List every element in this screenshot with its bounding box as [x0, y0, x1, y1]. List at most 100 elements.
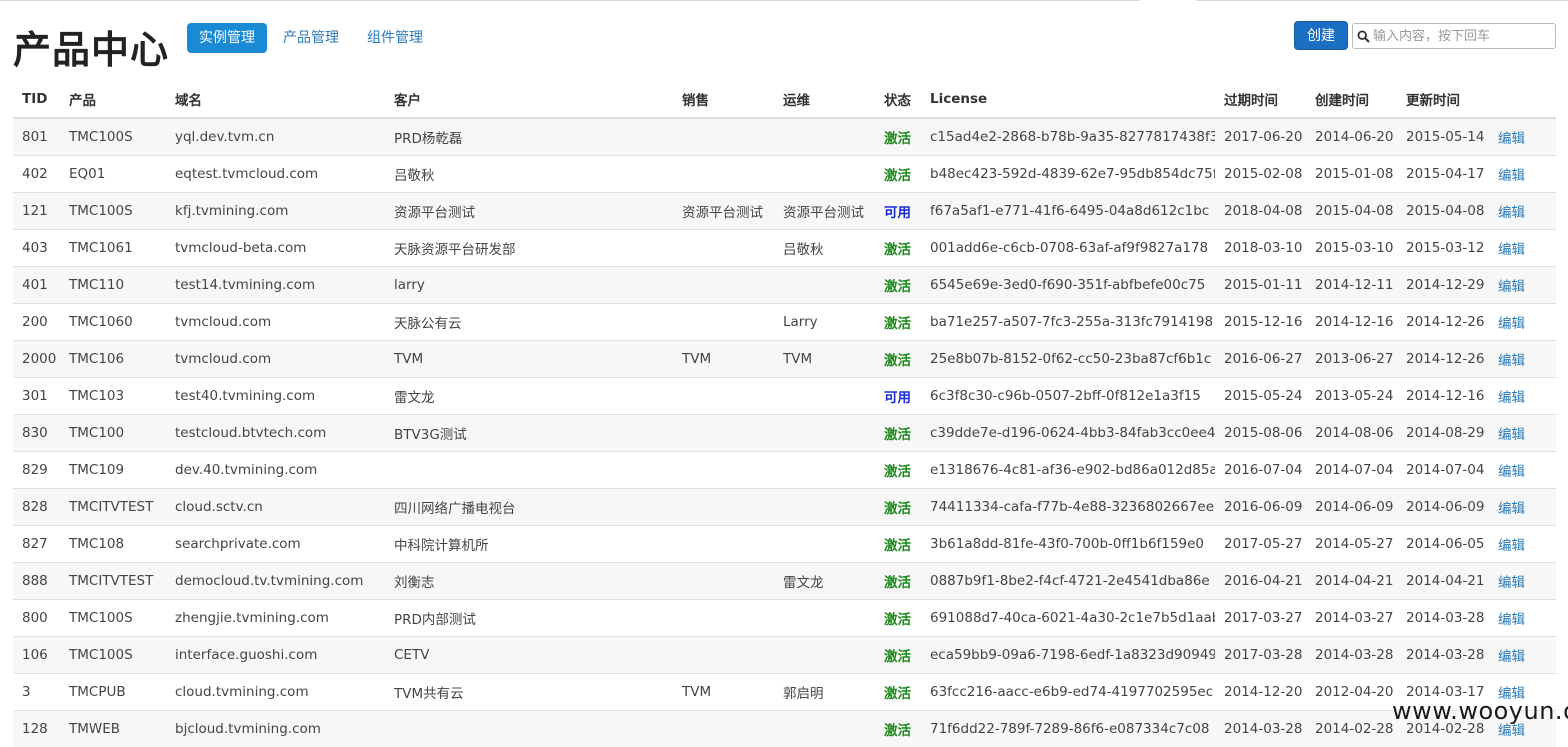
edit-link[interactable]: 编辑 [1498, 168, 1525, 184]
cell-updated: 2015-03-12 [1397, 230, 1489, 267]
edit-link[interactable]: 编辑 [1498, 501, 1525, 517]
cell-tid: 3 [13, 674, 60, 711]
cell-tid: 402 [13, 156, 60, 193]
search-box [1352, 23, 1556, 49]
cell-domain: dev.40.tvmining.com [166, 452, 385, 489]
cell-updated: 2014-08-29 [1397, 415, 1489, 452]
cell-license: 6545e69e-3ed0-f690-351f-abfbefe00c75 [921, 267, 1215, 304]
cell-updated: 2015-04-17 [1397, 156, 1489, 193]
cell-sales: 资源平台测试 [673, 193, 774, 230]
cell-customer: PRD杨乾磊 [385, 118, 673, 156]
cell-expire: 2015-08-06 [1215, 415, 1306, 452]
cell-expire: 2017-03-27 [1215, 600, 1306, 637]
cell-action: 编辑 [1489, 489, 1556, 526]
table-row: 401TMC110test14.tvmining.comlarry激活6545e… [13, 267, 1556, 304]
cell-license: 001add6e-c6cb-0708-63af-af9f9827a178 [921, 230, 1215, 267]
cell-action: 编辑 [1489, 452, 1556, 489]
table-row: 121TMC100Skfj.tvmining.com资源平台测试资源平台测试资源… [13, 193, 1556, 230]
cell-license: ba71e257-a507-7fc3-255a-313fc7914198 [921, 304, 1215, 341]
cell-status: 激活 [875, 674, 921, 711]
status-badge: 激活 [884, 686, 911, 702]
edit-link[interactable]: 编辑 [1498, 427, 1525, 443]
cell-action: 编辑 [1489, 526, 1556, 563]
cell-license: 0887b9f1-8be2-f4cf-4721-2e4541dba86e [921, 563, 1215, 600]
edit-link[interactable]: 编辑 [1498, 649, 1525, 665]
cell-action: 编辑 [1489, 118, 1556, 156]
column-header-domain: 域名 [166, 81, 385, 118]
table-row: 888TMCITVTESTdemocloud.tv.tvmining.com刘衡… [13, 563, 1556, 600]
cell-customer: 雷文龙 [385, 378, 673, 415]
edit-link[interactable]: 编辑 [1498, 316, 1525, 332]
cell-customer: TVM共有云 [385, 674, 673, 711]
cell-product: TMC1060 [60, 304, 166, 341]
page-title: 产品中心 [13, 24, 169, 76]
tab-component-management[interactable]: 组件管理 [355, 23, 435, 53]
cell-tid: 106 [13, 637, 60, 674]
cell-domain: tvmcloud-beta.com [166, 230, 385, 267]
cell-created: 2015-03-10 [1306, 230, 1397, 267]
cell-sales [673, 452, 774, 489]
edit-link[interactable]: 编辑 [1498, 723, 1525, 739]
cell-customer: 刘衡志 [385, 563, 673, 600]
cell-sales [673, 156, 774, 193]
cell-expire: 2018-04-08 [1215, 193, 1306, 230]
table-row: 200TMC1060tvmcloud.com天脉公有云Larry激活ba71e2… [13, 304, 1556, 341]
edit-link[interactable]: 编辑 [1498, 205, 1525, 221]
cell-ops [774, 637, 875, 674]
cell-tid: 830 [13, 415, 60, 452]
cell-product: TMCPUB [60, 674, 166, 711]
cell-product: TMC109 [60, 452, 166, 489]
cell-domain: interface.guoshi.com [166, 637, 385, 674]
edit-link[interactable]: 编辑 [1498, 242, 1525, 258]
cell-domain: testcloud.btvtech.com [166, 415, 385, 452]
edit-link[interactable]: 编辑 [1498, 575, 1525, 591]
cell-action: 编辑 [1489, 378, 1556, 415]
cell-updated: 2014-04-21 [1397, 563, 1489, 600]
create-button[interactable]: 创建 [1294, 21, 1348, 50]
status-badge: 激活 [884, 168, 911, 184]
column-header-license: License [921, 81, 1215, 118]
cell-domain: cloud.tvmining.com [166, 674, 385, 711]
tab-product-management[interactable]: 产品管理 [271, 23, 351, 53]
cell-ops [774, 711, 875, 747]
cell-customer: 天脉公有云 [385, 304, 673, 341]
tab-instance-management[interactable]: 实例管理 [187, 23, 267, 53]
column-header-ops: 运维 [774, 81, 875, 118]
edit-link[interactable]: 编辑 [1498, 353, 1525, 369]
cell-product: TMCITVTEST [60, 489, 166, 526]
cell-status: 激活 [875, 600, 921, 637]
cell-action: 编辑 [1489, 341, 1556, 378]
cell-domain: test40.tvmining.com [166, 378, 385, 415]
edit-link[interactable]: 编辑 [1498, 279, 1525, 295]
cell-ops [774, 600, 875, 637]
cell-updated: 2014-06-05 [1397, 526, 1489, 563]
edit-link[interactable]: 编辑 [1498, 464, 1525, 480]
cell-expire: 2014-12-20 [1215, 674, 1306, 711]
cell-action: 编辑 [1489, 304, 1556, 341]
cell-customer: PRD内部测试 [385, 600, 673, 637]
edit-link[interactable]: 编辑 [1498, 612, 1525, 628]
cell-status: 激活 [875, 156, 921, 193]
cell-product: TMC108 [60, 526, 166, 563]
edit-link[interactable]: 编辑 [1498, 538, 1525, 554]
cell-customer: 天脉资源平台研发部 [385, 230, 673, 267]
search-input[interactable] [1373, 29, 1549, 44]
cell-license: 6c3f8c30-c96b-0507-2bff-0f812e1a3f15 [921, 378, 1215, 415]
cell-status: 可用 [875, 193, 921, 230]
edit-link[interactable]: 编辑 [1498, 390, 1525, 406]
watermark: www.wooyun.org [1392, 697, 1568, 725]
cell-action: 编辑 [1489, 230, 1556, 267]
edit-link[interactable]: 编辑 [1498, 131, 1525, 147]
cell-tid: 403 [13, 230, 60, 267]
cell-sales [673, 489, 774, 526]
tab-bar: 实例管理 产品管理 组件管理 [187, 23, 439, 53]
table-row: 3TMCPUBcloud.tvmining.comTVM共有云TVM郭启明激活6… [13, 674, 1556, 711]
cell-tid: 828 [13, 489, 60, 526]
cell-sales: TVM [673, 341, 774, 378]
cell-sales [673, 378, 774, 415]
cell-customer: 中科院计算机所 [385, 526, 673, 563]
cell-sales [673, 415, 774, 452]
table-body: 801TMC100Syql.dev.tvm.cnPRD杨乾磊激活c15ad4e2… [13, 118, 1556, 747]
cell-domain: searchprivate.com [166, 526, 385, 563]
cell-created: 2014-05-27 [1306, 526, 1397, 563]
